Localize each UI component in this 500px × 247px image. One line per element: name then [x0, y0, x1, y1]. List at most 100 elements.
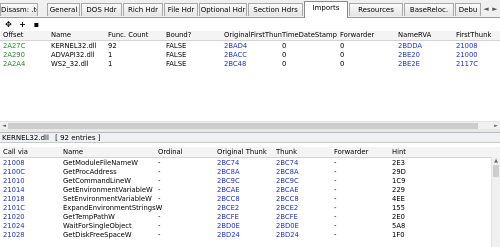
table-row[interactable]: 21010 GetCommandLineW - 2BC9C 2BC9C - 1C…: [0, 177, 500, 186]
time-date-stamp-cell: 0: [282, 51, 287, 59]
tab-debug[interactable]: Debu: [455, 3, 481, 16]
table-row[interactable]: 21020 GetTempPathW - 2BCFE 2BCFE - 2E0: [0, 213, 500, 222]
tab-optional-hdr[interactable]: Optional Hdr: [199, 3, 247, 16]
col-hint[interactable]: Hint: [390, 147, 406, 157]
original-first-thunk-cell: 2BC48: [224, 60, 247, 68]
tab-resources[interactable]: Resources: [349, 3, 403, 16]
col-name-rva[interactable]: NameRVA: [396, 31, 431, 40]
table-row[interactable]: 2A2A4 WS2_32.dll 1 FALSE 2BC48 0 0 2BE2E…: [0, 60, 500, 69]
forwarder-cell: -: [334, 159, 337, 167]
time-date-stamp-cell: 0: [282, 42, 287, 50]
col-original-first-thunk[interactable]: OriginalFirstThun: [222, 31, 282, 40]
tab-section-hdrs[interactable]: Section Hdrs: [248, 3, 303, 16]
caption-entry-count: [ 92 entries ]: [55, 134, 101, 142]
forwarder-cell: -: [334, 195, 337, 203]
thunk-cell: 2BCAE: [276, 186, 299, 194]
table-row[interactable]: 2A27C KERNEL32.dll 92 FALSE 2BAD4 0 0 2B…: [0, 42, 500, 51]
forwarder-cell: -: [334, 222, 337, 230]
col-forwarder[interactable]: Forwarder: [332, 147, 368, 157]
table-row[interactable]: 21028 GetDiskFreeSpaceW - 2BD24 2BD24 - …: [0, 231, 500, 240]
forwarder-cell: -: [334, 186, 337, 194]
function-name-cell: GetDiskFreeSpaceW: [63, 231, 132, 239]
imports-table: Offset Name Func. Count Bound? OriginalF…: [0, 31, 500, 121]
scroll-up-icon[interactable]: ▲: [492, 157, 500, 165]
col-original-thunk[interactable]: Original Thunk: [215, 147, 267, 157]
call-via-cell: 21008: [3, 159, 25, 167]
function-name-cell: WaitForSingleObject: [63, 222, 132, 230]
function-name-cell: GetProcAddress: [63, 168, 117, 176]
forwarder-cell: -: [334, 204, 337, 212]
col-forwarder[interactable]: Forwarder: [338, 31, 374, 40]
call-via-cell: 21018: [3, 195, 25, 203]
name-rva-cell: 2BE20: [398, 51, 420, 59]
col-ordinal[interactable]: Ordinal: [156, 147, 183, 157]
first-thunk-cell: 21008: [456, 42, 478, 50]
thunk-cell: 2BC8A: [276, 168, 299, 176]
thunk-cell: 2BCFE: [276, 213, 298, 221]
move-icon[interactable]: ✥: [3, 19, 14, 30]
table-row[interactable]: 2A290 ADVAPI32.dll 1 FALSE 2BACC 0 0 2BE…: [0, 51, 500, 60]
name-rva-cell: 2BDDA: [398, 42, 422, 50]
functions-table-header: Call via Name Ordinal Original Thunk Thu…: [0, 147, 500, 158]
original-thunk-cell: 2BCC8: [217, 195, 240, 203]
call-via-cell: 21014: [3, 186, 25, 194]
ordinal-cell: -: [158, 231, 161, 239]
call-via-cell: 21020: [3, 213, 25, 221]
hint-cell: 1F0: [392, 231, 405, 239]
save-icon[interactable]: ▪: [31, 19, 42, 30]
original-thunk-cell: 2BD24: [217, 231, 240, 239]
thunk-cell: 2BC9C: [276, 177, 299, 185]
col-first-thunk[interactable]: FirstThunk: [454, 31, 491, 40]
original-first-thunk-cell: 2BACC: [224, 51, 248, 59]
add-icon[interactable]: +: [17, 19, 28, 30]
original-thunk-cell: 2BCE2: [217, 204, 240, 212]
tab-scroll-left-icon[interactable]: ◄: [482, 4, 490, 14]
col-func-count[interactable]: Func. Count: [106, 31, 148, 40]
scroll-thumb[interactable]: [493, 165, 499, 177]
tab-imports[interactable]: Imports: [304, 1, 348, 18]
col-time-date-stamp[interactable]: TimeDateStamp: [280, 31, 337, 40]
col-name[interactable]: Name: [61, 147, 83, 157]
hint-cell: 4EE: [392, 195, 405, 203]
function-name-cell: GetTempPathW: [63, 213, 115, 221]
hint-cell: 1C9: [392, 177, 406, 185]
hint-cell: 5A8: [392, 222, 406, 230]
col-call-via[interactable]: Call via: [1, 147, 28, 157]
table-row[interactable]: 2101C ExpandEnvironmentStringsW - 2BCE2 …: [0, 204, 500, 213]
table-row[interactable]: 21008 GetModuleFileNameW - 2BC74 2BC74 -…: [0, 159, 500, 168]
tab-rich-hdr[interactable]: Rich Hdr: [123, 3, 163, 16]
thunk-cell: 2BC74: [276, 159, 299, 167]
col-offset[interactable]: Offset: [1, 31, 23, 40]
vertical-scrollbar[interactable]: ▲: [491, 157, 500, 247]
name-rva-cell: 2BE2E: [398, 60, 420, 68]
tab-basereloc[interactable]: BaseReloc.: [404, 3, 454, 16]
bound-cell: FALSE: [166, 42, 187, 50]
tab-dos-hdr[interactable]: DOS Hdr: [81, 3, 122, 16]
function-name-cell: SetEnvironmentVariableW: [63, 195, 152, 203]
original-thunk-cell: 2BCFE: [217, 213, 239, 221]
table-row[interactable]: 21024 WaitForSingleObject - 2BD0E 2BD0E …: [0, 222, 500, 231]
table-row[interactable]: 2100C GetProcAddress - 2BC8A 2BC8A - 29D: [0, 168, 500, 177]
forwarder-cell: 0: [340, 42, 345, 50]
call-via-cell: 2100C: [3, 168, 26, 176]
functions-table: Call via Name Ordinal Original Thunk Thu…: [0, 147, 500, 247]
first-thunk-cell: 21000: [456, 51, 478, 59]
tab-disasm-text[interactable]: Disasm: .text: [0, 3, 38, 16]
table-row[interactable]: 21014 GetEnvironmentVariableW - 2BCAE 2B…: [0, 186, 500, 195]
tab-general[interactable]: General: [47, 3, 80, 16]
forwarder-cell: -: [334, 177, 337, 185]
col-name[interactable]: Name: [49, 31, 71, 40]
call-via-cell: 21024: [3, 222, 25, 230]
tab-file-hdr[interactable]: File Hdr: [164, 3, 198, 16]
original-thunk-cell: 2BC74: [217, 159, 240, 167]
col-bound[interactable]: Bound?: [164, 31, 191, 40]
col-thunk[interactable]: Thunk: [274, 147, 297, 157]
bound-cell: FALSE: [166, 51, 187, 59]
toolbar: ✥ + ▪: [0, 18, 500, 31]
thunk-cell: 2BCC8: [276, 195, 299, 203]
table-row[interactable]: 21018 SetEnvironmentVariableW - 2BCC8 2B…: [0, 195, 500, 204]
imports-table-header: Offset Name Func. Count Bound? OriginalF…: [0, 31, 500, 41]
tab-scroll-right-icon[interactable]: ►: [491, 4, 499, 14]
forwarder-cell: 0: [340, 60, 345, 68]
function-name-cell: ExpandEnvironmentStringsW: [63, 204, 163, 212]
